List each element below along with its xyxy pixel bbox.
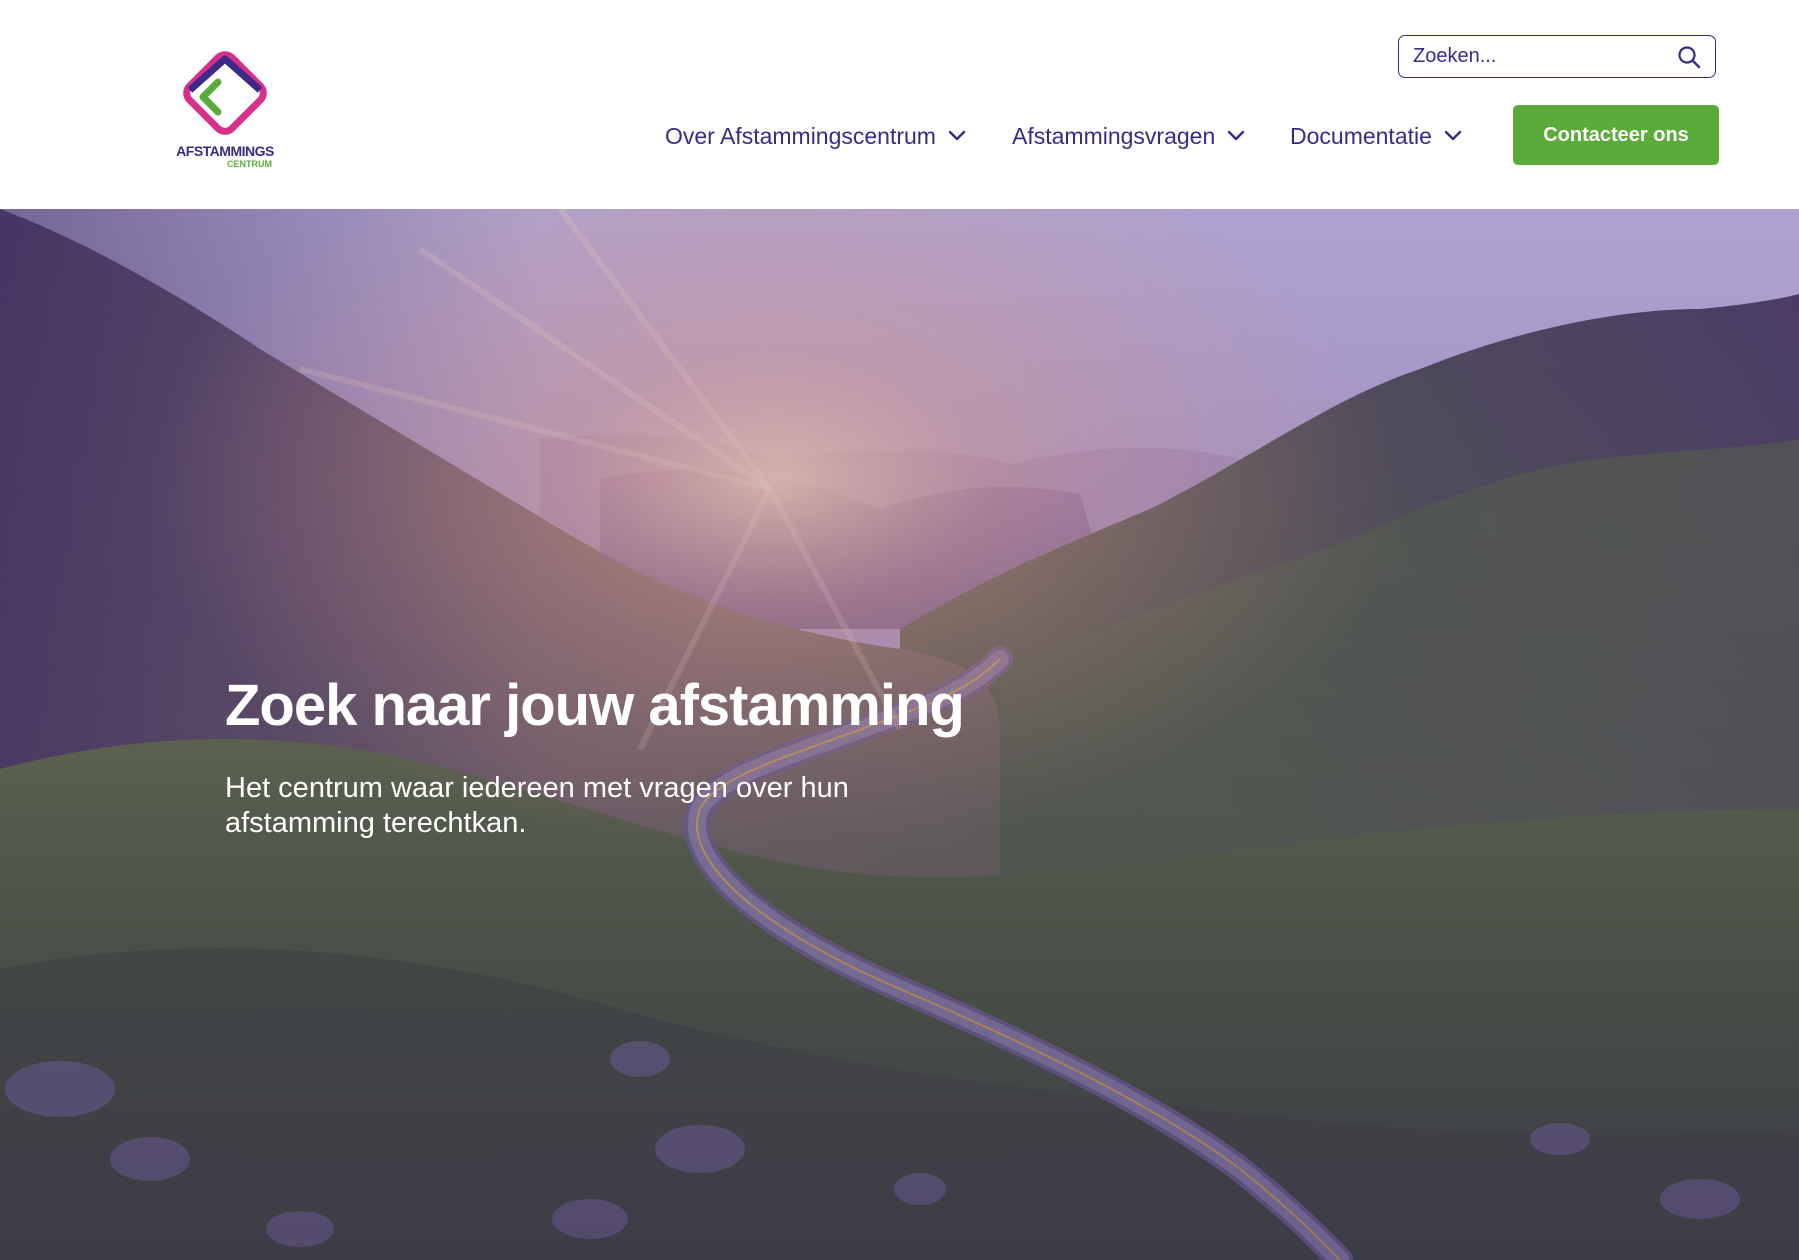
- hero-subtitle: Het centrum waar iedereen met vragen ove…: [225, 772, 849, 839]
- search-icon[interactable]: [1677, 45, 1701, 69]
- search-box: [1398, 35, 1716, 78]
- hero-section: Zoek naar jouw afstamming Het centrum wa…: [0, 209, 1799, 1260]
- chevron-down-icon: [1228, 130, 1245, 141]
- nav-item-afstammingsvragen[interactable]: Afstammingsvragen: [1012, 118, 1245, 154]
- nav-item-documentatie[interactable]: Documentatie: [1290, 118, 1462, 154]
- logo-wordmark: AFSTAMMINGS: [176, 143, 274, 159]
- nav-item-label: Afstammingsvragen: [1012, 122, 1216, 149]
- site-header: AFSTAMMINGS CENTRUM Over Afstammingscent…: [0, 0, 1799, 209]
- logo-mark-icon: [183, 51, 267, 135]
- nav-item-label: Over Afstammingscentrum: [665, 122, 936, 149]
- nav-item-label: Documentatie: [1290, 122, 1432, 149]
- site-logo[interactable]: AFSTAMMINGS CENTRUM: [172, 42, 278, 172]
- hero-title: Zoek naar jouw afstamming: [225, 673, 965, 738]
- search-input[interactable]: [1413, 36, 1663, 76]
- contact-button[interactable]: Contacteer ons: [1513, 105, 1719, 165]
- logo-subtitle: CENTRUM: [227, 159, 272, 169]
- nav-item-over-afstammingscentrum[interactable]: Over Afstammingscentrum: [665, 118, 966, 154]
- chevron-down-icon: [948, 130, 966, 141]
- chevron-down-icon: [1444, 130, 1462, 141]
